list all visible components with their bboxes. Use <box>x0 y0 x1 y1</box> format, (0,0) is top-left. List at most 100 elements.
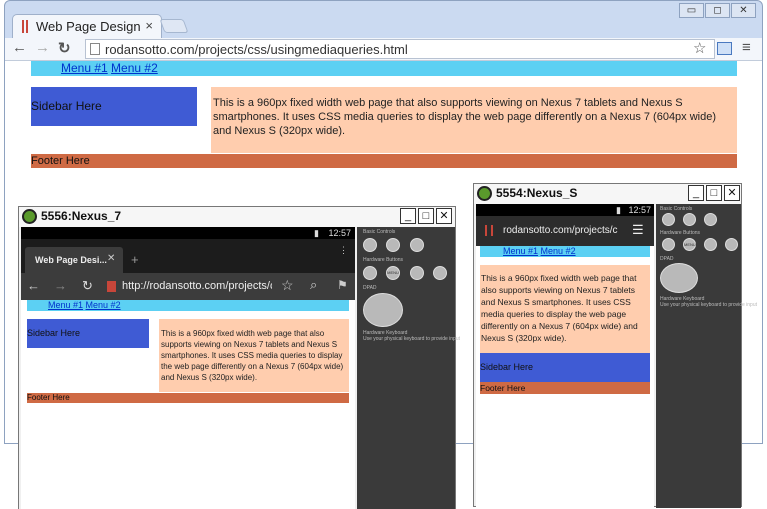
window-controls: ▭ ◻ ✕ <box>679 3 756 18</box>
close-window-button[interactable]: ✕ <box>731 3 756 18</box>
nexus7-star-icon[interactable]: ☆ <box>281 277 294 294</box>
nexus-s-screen: 12:57 ▮ rodansotto.com/projects/c ☰ Menu… <box>476 204 654 508</box>
desktop-menu-bar: Menu #1 Menu #2 <box>31 61 737 76</box>
nexus7-url[interactable]: http://rodansotto.com/projects/c <box>122 280 272 292</box>
nexus-s-dpad-label: DPAD <box>660 256 674 262</box>
nexus7-dpad-label: DPAD <box>363 285 377 291</box>
nexus-s-maximize-button[interactable]: □ <box>706 185 722 201</box>
nexus-s-back-button-icon[interactable] <box>704 238 717 251</box>
menu-link-1[interactable]: Menu #1 <box>61 61 108 75</box>
nexus7-maximize-button[interactable]: □ <box>418 208 434 224</box>
nexus-s-url[interactable]: rodansotto.com/projects/c <box>503 225 623 236</box>
desktop: Web Page Design Us × ▭ ◻ ✕ ← → ↻ rodanso… <box>0 0 767 509</box>
nexus-s-power-icon[interactable] <box>704 213 717 226</box>
nexus7-back-icon[interactable]: ← <box>27 278 40 293</box>
signal-icon: ▮ <box>616 205 621 215</box>
nexus7-menu-button[interactable]: MENU <box>386 266 400 280</box>
address-url: rodansotto.com/projects/css/usingmediaqu… <box>105 42 408 57</box>
nexus7-menu-bar: Menu #1 Menu #2 <box>27 300 349 311</box>
browser-tab[interactable]: Web Page Design Us × <box>12 14 162 38</box>
nexus7-titlebar: 5556:Nexus_7 _ □ ✕ <box>19 207 455 227</box>
nexus7-close-button[interactable]: ✕ <box>436 208 452 224</box>
reload-icon[interactable]: ↻ <box>58 39 71 57</box>
nexus7-volume-up-icon[interactable] <box>386 238 400 252</box>
nexus7-dpad[interactable] <box>363 293 403 327</box>
nexus7-tabstrip: Web Page Desi... ✕ + ⋮ <box>21 239 355 273</box>
nexus7-power-icon[interactable] <box>410 238 424 252</box>
nexus-s-main-text: This is a 960px fixed width web page tha… <box>480 265 650 353</box>
menu-link-2[interactable]: Menu #2 <box>111 61 158 75</box>
nexus-s-menu-link-2[interactable]: Menu #2 <box>541 246 576 256</box>
nexus-s-volume-down-icon[interactable] <box>662 213 675 226</box>
page-favicon-icon <box>22 20 28 33</box>
nexus7-overflow-icon[interactable]: ⋮ <box>339 245 348 256</box>
minimize-button[interactable]: ▭ <box>679 3 704 18</box>
nexus-s-time: 12:57 <box>628 205 651 215</box>
nexus-s-basic-controls-label: Basic Controls <box>660 206 693 212</box>
nexus7-main-text: This is a 960px fixed width web page tha… <box>159 319 349 392</box>
nexus7-new-tab-icon[interactable]: + <box>131 252 139 267</box>
page-icon <box>90 43 100 55</box>
nexus-s-menu-bar: Menu #1 Menu #2 <box>480 246 650 257</box>
nexus-s-menu-link-1[interactable]: Menu #1 <box>503 246 538 256</box>
nexus7-hardware-label: Hardware Buttons <box>363 257 404 263</box>
tab-title: Web Page Design Us <box>36 19 144 34</box>
nexus7-reload-icon[interactable]: ↻ <box>82 278 93 294</box>
nexus7-toolbar: ← → ↻ http://rodansotto.com/projects/c ☆… <box>21 273 355 300</box>
menu-icon[interactable]: ≡ <box>742 39 751 56</box>
nexus7-tab-close-icon[interactable]: ✕ <box>107 253 115 264</box>
nexus-s-home-icon[interactable] <box>662 238 675 251</box>
nexus7-minimize-button[interactable]: _ <box>400 208 416 224</box>
nexus-s-favicon-icon <box>485 225 493 236</box>
nexus-s-minimize-button[interactable]: _ <box>688 185 704 201</box>
forward-arrow-icon[interactable]: → <box>35 39 50 56</box>
nexus7-keyboard-note: Use your physical keyboard to provide in… <box>363 336 460 342</box>
nexus-s-statusbar: 12:57 ▮ <box>476 204 654 216</box>
nexus7-page: Menu #1 Menu #2 Sidebar Here This is a 9… <box>21 300 355 509</box>
nexus7-browser-tab[interactable]: Web Page Desi... ✕ <box>25 247 123 273</box>
nexus7-home-icon[interactable] <box>363 266 377 280</box>
nexus7-basic-controls-label: Basic Controls <box>363 229 396 235</box>
nexus-s-keyboard-note: Use your physical keyboard to provide in… <box>660 302 757 308</box>
nexus7-bookmarks-icon[interactable]: ⚑ <box>337 278 348 292</box>
nexus-s-search-button-icon[interactable] <box>725 238 738 251</box>
back-arrow-icon[interactable]: ← <box>12 39 27 56</box>
nexus7-title: 5556:Nexus_7 <box>41 209 122 223</box>
nexus7-search-button-icon[interactable] <box>433 266 447 280</box>
nexus-s-control-panel: Basic Controls Hardware Buttons MENU DPA… <box>656 204 757 508</box>
desktop-main-text: This is a 960px fixed width web page tha… <box>211 87 737 153</box>
new-tab-button[interactable] <box>159 19 189 33</box>
nexus-s-title: 5554:Nexus_S <box>496 186 578 200</box>
maximize-button[interactable]: ◻ <box>705 3 730 18</box>
desktop-sidebar: Sidebar Here <box>31 87 197 126</box>
nexus7-statusbar: 12:57 ▮ <box>21 227 355 239</box>
tab-close-icon[interactable]: × <box>145 18 153 33</box>
nexus-s-hardware-label: Hardware Buttons <box>660 230 701 236</box>
nexus-s-titlebar: 5554:Nexus_S _ □ ✕ <box>474 184 741 204</box>
nexus7-footer: Footer Here <box>27 393 349 403</box>
nexus7-menu-link-2[interactable]: Menu #2 <box>86 300 121 310</box>
nexus-s-close-button[interactable]: ✕ <box>724 185 740 201</box>
cast-icon[interactable] <box>717 42 732 55</box>
nexus7-menu-link-1[interactable]: Menu #1 <box>48 300 83 310</box>
bookmark-star-icon[interactable]: ☆ <box>693 39 706 57</box>
android-logo-icon <box>22 209 37 224</box>
nexus-s-emulator-window: 5554:Nexus_S _ □ ✕ 12:57 ▮ rodansotto.co… <box>473 183 757 508</box>
nexus7-sidebar: Sidebar Here <box>27 319 149 348</box>
nexus7-control-panel: Basic Controls Hardware Buttons MENU DPA… <box>357 227 460 509</box>
nexus7-forward-icon[interactable]: → <box>54 278 67 293</box>
nexus-s-volume-up-icon[interactable] <box>683 213 696 226</box>
nexus7-back-button-icon[interactable] <box>410 266 424 280</box>
nexus-s-sidebar: Sidebar Here <box>480 353 650 382</box>
nexus-s-dpad[interactable] <box>660 263 698 293</box>
nexus7-search-icon[interactable]: ⌕ <box>310 277 317 293</box>
android-logo-icon <box>477 186 492 201</box>
address-bar[interactable]: rodansotto.com/projects/css/usingmediaqu… <box>85 39 715 59</box>
nexus7-screen: 12:57 ▮ Web Page Desi... ✕ + ⋮ ← → ↻ htt… <box>21 227 355 509</box>
nexus7-emulator-window: 5556:Nexus_7 _ □ ✕ 12:57 ▮ Web Page Desi… <box>18 206 460 509</box>
browser-toolbar: ← → ↻ rodansotto.com/projects/css/usingm… <box>5 38 762 61</box>
nexus-s-footer: Footer Here <box>480 382 650 394</box>
nexus7-volume-down-icon[interactable] <box>363 238 377 252</box>
nexus-s-menu-button[interactable]: MENU <box>683 238 696 251</box>
nexus-s-tabs-icon[interactable]: ☰ <box>632 222 644 238</box>
